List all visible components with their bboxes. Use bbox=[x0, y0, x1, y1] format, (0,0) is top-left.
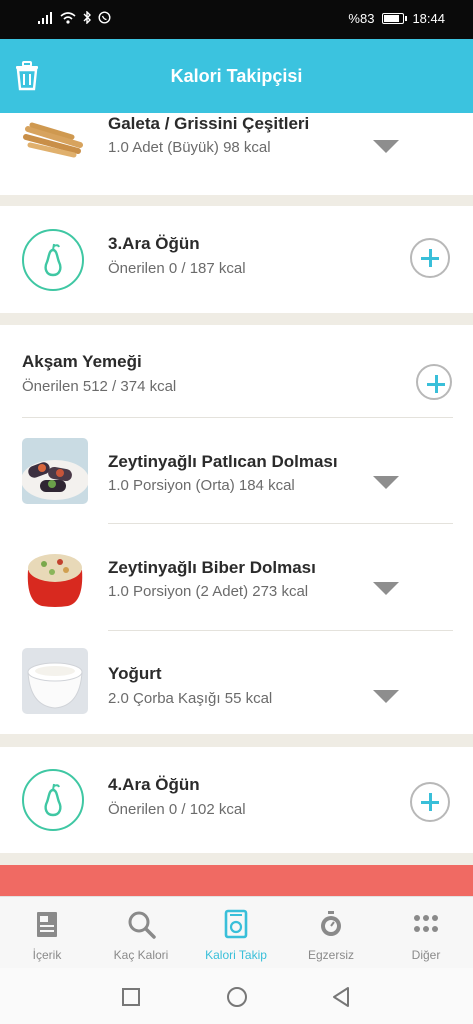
signal-icon bbox=[38, 11, 52, 24]
tab-label: Kaç Kalori bbox=[113, 948, 169, 962]
tab-diger[interactable]: Diğer bbox=[379, 897, 473, 969]
more-icon bbox=[414, 915, 438, 932]
battery-percentage: %83 bbox=[348, 11, 375, 26]
meal-title: 3.Ara Öğün bbox=[108, 234, 200, 253]
food-name: Zeytinyağlı Biber Dolması bbox=[108, 558, 316, 577]
bottom-tab-bar: İçerik Kaç Kalori Kalori Takip Egzersiz … bbox=[0, 896, 473, 968]
tab-kac-kalori[interactable]: Kaç Kalori bbox=[94, 897, 188, 969]
food-item-galeta[interactable]: Galeta / Grissini Çeşitleri 1.0 Adet (Bü… bbox=[0, 113, 473, 195]
wifi-icon bbox=[60, 11, 76, 24]
add-food-button[interactable] bbox=[410, 238, 450, 278]
bluetooth-icon bbox=[83, 11, 91, 24]
food-item[interactable]: Zeytinyağlı Patlıcan Dolması 1.0 Porsiyo… bbox=[0, 418, 473, 524]
scale-icon bbox=[224, 909, 248, 939]
tab-label: Diğer bbox=[411, 948, 441, 962]
tab-kalori-takip[interactable]: Kalori Takip bbox=[189, 897, 283, 969]
system-nav-bar bbox=[0, 968, 473, 1024]
meal-title: 4.Ara Öğün bbox=[108, 775, 200, 794]
food-detail: 1.0 Porsiyon (Orta) 184 kcal bbox=[108, 477, 295, 494]
stuffed-pepper-image bbox=[22, 542, 88, 608]
food-name: Galeta / Grissini Çeşitleri bbox=[108, 114, 310, 133]
meal-list[interactable]: Galeta / Grissini Çeşitleri 1.0 Adet (Bü… bbox=[0, 113, 473, 896]
food-name: Yoğurt bbox=[108, 664, 162, 683]
stopwatch-icon bbox=[321, 911, 341, 936]
pear-icon bbox=[22, 769, 84, 831]
tab-label: İçerik bbox=[32, 948, 62, 962]
meal-section-snack3: 3.Ara Öğün Önerilen 0 / 187 kcal bbox=[0, 206, 473, 313]
food-item[interactable]: Yoğurt 2.0 Çorba Kaşığı 55 kcal bbox=[0, 631, 473, 734]
tab-label: Kalori Takip bbox=[205, 948, 267, 962]
battery-icon bbox=[382, 13, 408, 24]
clock: 18:44 bbox=[412, 11, 445, 26]
page-title: Kalori Takipçisi bbox=[170, 66, 303, 86]
chevron-down-icon[interactable] bbox=[373, 476, 399, 489]
status-bar: %83 18:44 bbox=[0, 0, 473, 39]
chevron-down-icon[interactable] bbox=[373, 582, 399, 595]
food-detail: 1.0 Adet (Büyük) 98 kcal bbox=[108, 139, 271, 156]
meal-section-dinner: Akşam Yemeği Önerilen 512 / 374 kcal Zey… bbox=[0, 325, 473, 734]
home-icon[interactable] bbox=[226, 986, 248, 1008]
back-icon[interactable] bbox=[330, 985, 352, 1009]
status-icons-right: %83 18:44 bbox=[348, 11, 445, 26]
food-detail: 1.0 Porsiyon (2 Adet) 273 kcal bbox=[108, 583, 309, 600]
meal-section-snack4: 4.Ara Öğün Önerilen 0 / 102 kcal bbox=[0, 747, 473, 853]
meal-calories: Önerilen 0 / 102 kcal bbox=[108, 801, 246, 818]
app-bar: Kalori Takipçisi bbox=[0, 39, 473, 113]
meal-title: Akşam Yemeği bbox=[22, 352, 142, 371]
summary-strip bbox=[0, 865, 473, 896]
status-icons-left bbox=[38, 11, 111, 24]
add-food-button[interactable] bbox=[410, 782, 450, 822]
search-icon bbox=[128, 911, 156, 939]
food-name: Zeytinyağlı Patlıcan Dolması bbox=[108, 452, 338, 471]
tab-egzersiz[interactable]: Egzersiz bbox=[284, 897, 378, 969]
add-food-button[interactable] bbox=[416, 364, 452, 400]
breadsticks-image bbox=[23, 122, 83, 158]
document-icon bbox=[37, 912, 57, 937]
eggplant-dolma-image bbox=[22, 438, 88, 504]
food-detail: 2.0 Çorba Kaşığı 55 kcal bbox=[108, 690, 273, 707]
tab-icerik[interactable]: İçerik bbox=[0, 897, 94, 969]
meal-calories: Önerilen 512 / 374 kcal bbox=[22, 378, 177, 395]
whatsapp-icon bbox=[98, 11, 111, 24]
tab-label: Egzersiz bbox=[307, 948, 354, 962]
food-item[interactable]: Zeytinyağlı Biber Dolması 1.0 Porsiyon (… bbox=[0, 524, 473, 630]
yogurt-image bbox=[22, 648, 88, 714]
chevron-down-icon[interactable] bbox=[373, 140, 399, 153]
chevron-down-icon[interactable] bbox=[373, 690, 399, 703]
meal-calories: Önerilen 0 / 187 kcal bbox=[108, 260, 246, 277]
recents-icon[interactable] bbox=[121, 987, 141, 1007]
pear-icon bbox=[22, 229, 84, 291]
